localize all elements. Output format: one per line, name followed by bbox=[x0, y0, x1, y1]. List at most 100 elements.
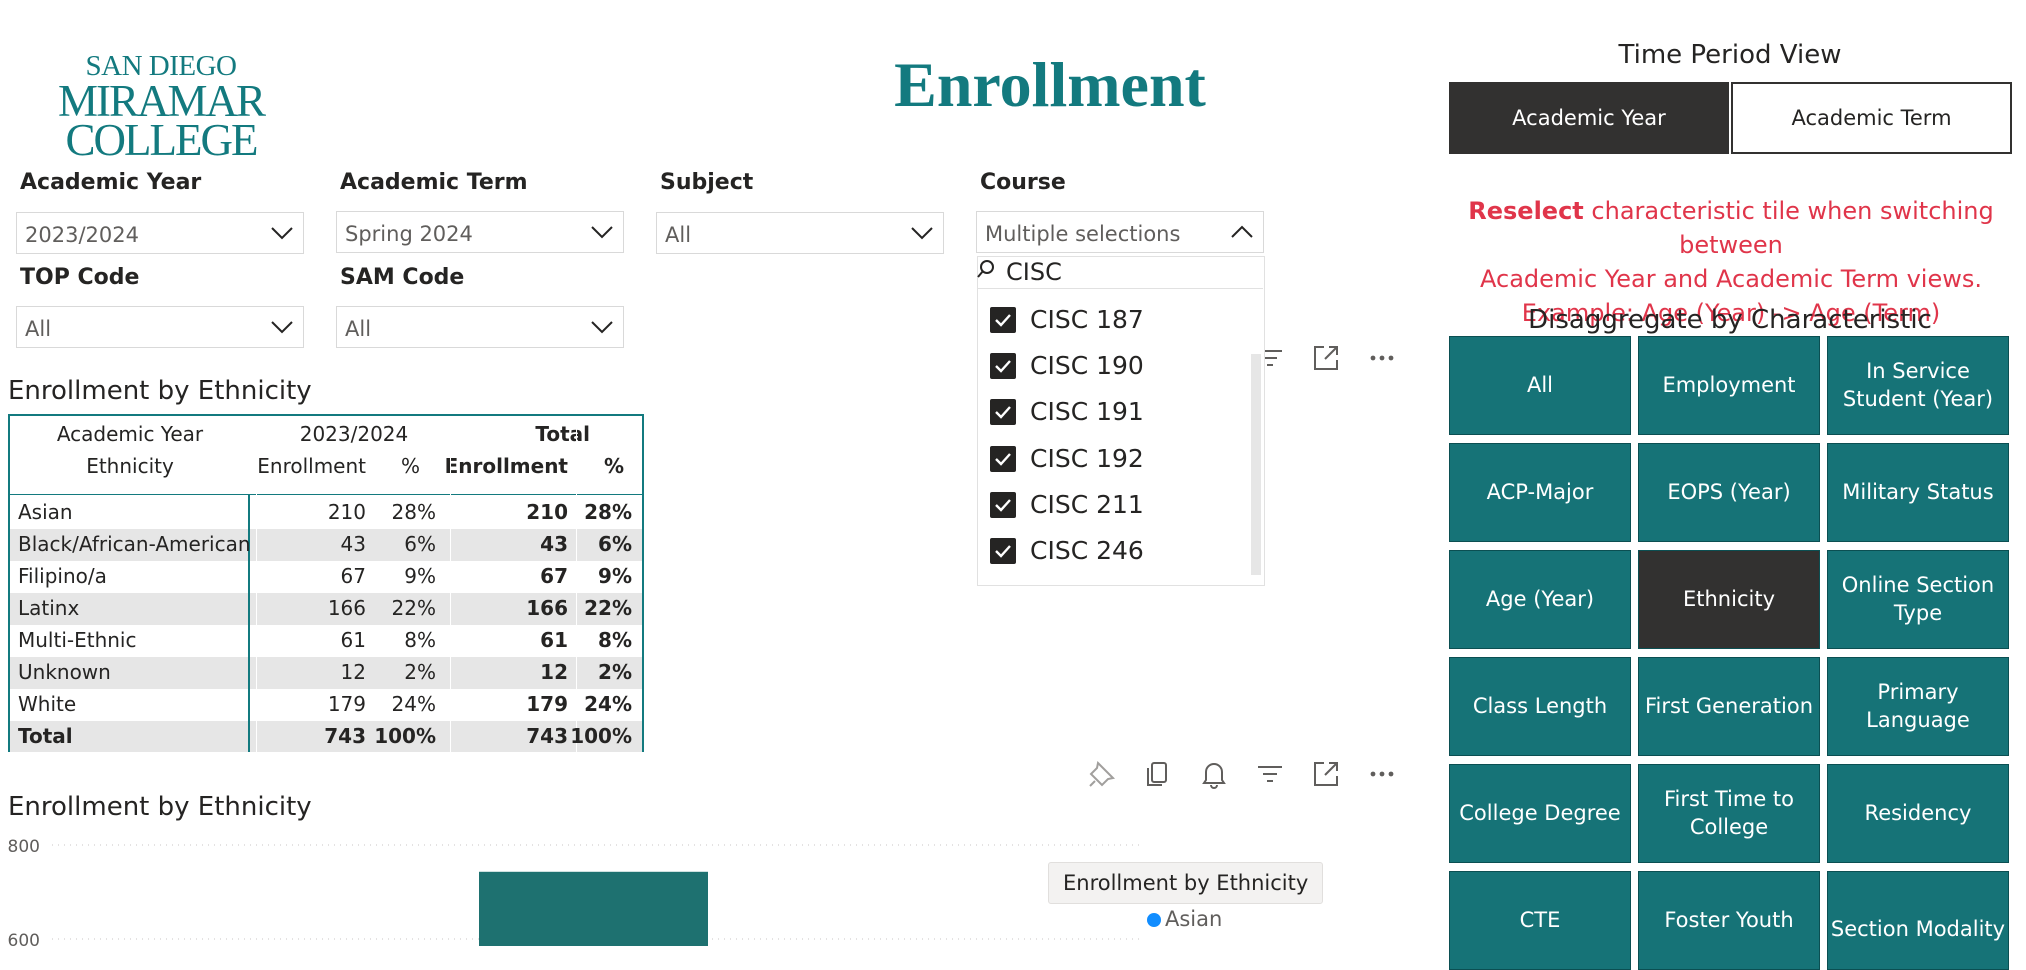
table-cell: 166 bbox=[526, 596, 568, 620]
tile-first-generation[interactable]: First Generation bbox=[1638, 657, 1820, 756]
time-period-title: Time Period View bbox=[1618, 40, 1842, 70]
y-tick-label: 800 bbox=[8, 837, 40, 857]
bell-icon[interactable] bbox=[1198, 758, 1230, 790]
table-cell: 2% bbox=[598, 660, 632, 684]
chevron-down-icon bbox=[271, 321, 293, 334]
table-cell: 8% bbox=[404, 628, 436, 652]
tile-class-length[interactable]: Class Length bbox=[1449, 657, 1631, 756]
sam-code-value: All bbox=[345, 317, 372, 341]
table-cell: 8% bbox=[598, 628, 632, 652]
academic-term-toggle[interactable]: Academic Term bbox=[1731, 82, 2012, 154]
table-row: Filipino/a bbox=[18, 564, 107, 588]
academic-term-dropdown[interactable]: Spring 2024 bbox=[336, 211, 624, 253]
table-cell: 61 bbox=[340, 628, 366, 652]
table-cell: 12 bbox=[340, 660, 366, 684]
filter-icon[interactable] bbox=[1254, 758, 1286, 790]
tile-primary-language[interactable]: Primary Language bbox=[1827, 657, 2009, 756]
legend-dot-icon bbox=[1147, 913, 1161, 927]
legend-item-asian[interactable]: Asian bbox=[1165, 907, 1222, 931]
search-icon bbox=[977, 260, 994, 278]
table-cell: 61 bbox=[540, 628, 568, 652]
tile-cte[interactable]: CTE bbox=[1449, 871, 1631, 970]
college-logo: SAN DIEGO MIRAMAR COLLEGE bbox=[57, 50, 266, 165]
table-cell: 166 bbox=[327, 596, 366, 620]
note-line2: Academic Year and Academic Term views. bbox=[1480, 265, 1982, 294]
top-code-dropdown[interactable]: All bbox=[16, 306, 304, 348]
checkbox-checked-icon[interactable] bbox=[990, 538, 1016, 564]
course-dropdown[interactable]: Multiple selections bbox=[976, 211, 1264, 253]
academic-year-label: Academic Year bbox=[20, 170, 202, 195]
tile-employment[interactable]: Employment bbox=[1638, 336, 1820, 435]
course-option-label: CISC 191 bbox=[1030, 397, 1144, 426]
tile-online-section-type[interactable]: Online Section Type bbox=[1827, 550, 2009, 649]
course-option-label: CISC 211 bbox=[1030, 490, 1144, 519]
tile-age[interactable]: Age (Year) bbox=[1449, 550, 1631, 649]
chart-title: Enrollment by Ethnicity bbox=[8, 792, 312, 822]
table-title: Enrollment by Ethnicity bbox=[8, 376, 312, 406]
academic-year-dropdown[interactable]: 2023/2024 bbox=[16, 212, 304, 254]
course-label: Course bbox=[980, 170, 1066, 195]
table-row: Latinx bbox=[18, 596, 80, 620]
course-value: Multiple selections bbox=[985, 222, 1181, 246]
y-tick-label: 600 bbox=[8, 931, 40, 946]
table-cell: 28% bbox=[391, 500, 436, 524]
tile-section-modality[interactable]: Section Modality bbox=[1827, 871, 2009, 970]
tile-acp-major[interactable]: ACP-Major bbox=[1449, 443, 1631, 542]
course-option-label: CISC 192 bbox=[1030, 444, 1144, 473]
table-cell: 743 bbox=[526, 724, 568, 748]
table-cell: 9% bbox=[404, 564, 436, 588]
list-scrollbar[interactable] bbox=[1251, 354, 1261, 575]
header-divider bbox=[10, 494, 642, 495]
table-cell: 43 bbox=[340, 532, 366, 556]
academic-year-toggle[interactable]: Academic Year bbox=[1449, 82, 1729, 154]
top-code-label: TOP Code bbox=[20, 265, 140, 290]
table-total-row: Total bbox=[18, 724, 73, 748]
tile-foster-youth[interactable]: Foster Youth bbox=[1638, 871, 1820, 970]
checkbox-checked-icon[interactable] bbox=[990, 399, 1016, 425]
checkbox-checked-icon[interactable] bbox=[990, 353, 1016, 379]
more-options-icon[interactable] bbox=[1366, 758, 1398, 790]
chevron-down-icon bbox=[591, 226, 613, 239]
chevron-down-icon bbox=[591, 321, 613, 334]
tile-all[interactable]: All bbox=[1449, 336, 1631, 435]
tile-in-service-student[interactable]: In Service Student (Year) bbox=[1827, 336, 2009, 435]
checkbox-checked-icon[interactable] bbox=[990, 446, 1016, 472]
sam-code-dropdown[interactable]: All bbox=[336, 306, 624, 348]
course-option-label: CISC 190 bbox=[1030, 351, 1144, 380]
course-search-input[interactable]: CISC bbox=[1006, 258, 1062, 286]
course-option-label: CISC 187 bbox=[1030, 305, 1144, 334]
tile-military-status[interactable]: Military Status bbox=[1827, 443, 2009, 542]
tile-eops[interactable]: EOPS (Year) bbox=[1638, 443, 1820, 542]
tile-college-degree[interactable]: College Degree bbox=[1449, 764, 1631, 863]
focus-mode-icon[interactable] bbox=[1310, 342, 1342, 374]
table-corner-header: Academic Year bbox=[56, 422, 204, 446]
table-row: Black/African-American bbox=[18, 532, 251, 556]
focus-mode-icon[interactable] bbox=[1310, 758, 1342, 790]
table-cell: 22% bbox=[391, 596, 436, 620]
pin-icon[interactable] bbox=[1086, 758, 1118, 790]
checkbox-checked-icon[interactable] bbox=[990, 307, 1016, 333]
table-cell: 6% bbox=[404, 532, 436, 556]
table-cell: 100% bbox=[570, 724, 632, 748]
subject-dropdown[interactable]: All bbox=[656, 212, 944, 254]
note-bold: Reselect bbox=[1468, 197, 1584, 225]
table-cell: 22% bbox=[584, 596, 632, 620]
more-options-icon[interactable] bbox=[1366, 342, 1398, 374]
ethnicity-table: Academic Year 2023/2024 Total Ethnicity … bbox=[8, 414, 644, 752]
top-code-value: All bbox=[25, 317, 52, 341]
bar-asian[interactable] bbox=[479, 871, 708, 946]
note-line1: characteristic tile when switching betwe… bbox=[1583, 197, 1994, 260]
chevron-up-icon bbox=[1231, 225, 1253, 238]
table-cell: 12 bbox=[540, 660, 568, 684]
table-cell: 43 bbox=[540, 532, 568, 556]
tile-first-time-to-college[interactable]: First Time to College bbox=[1638, 764, 1820, 863]
checkbox-checked-icon[interactable] bbox=[990, 492, 1016, 518]
table-cell: 2% bbox=[404, 660, 436, 684]
ethnicity-column-header: Ethnicity bbox=[86, 454, 174, 478]
tile-ethnicity[interactable]: Ethnicity bbox=[1638, 550, 1820, 649]
tile-residency[interactable]: Residency bbox=[1827, 764, 2009, 863]
copy-icon[interactable] bbox=[1142, 758, 1174, 790]
table-cell: 6% bbox=[598, 532, 632, 556]
academic-term-value: Spring 2024 bbox=[345, 222, 473, 246]
table-cell: 179 bbox=[327, 692, 366, 716]
